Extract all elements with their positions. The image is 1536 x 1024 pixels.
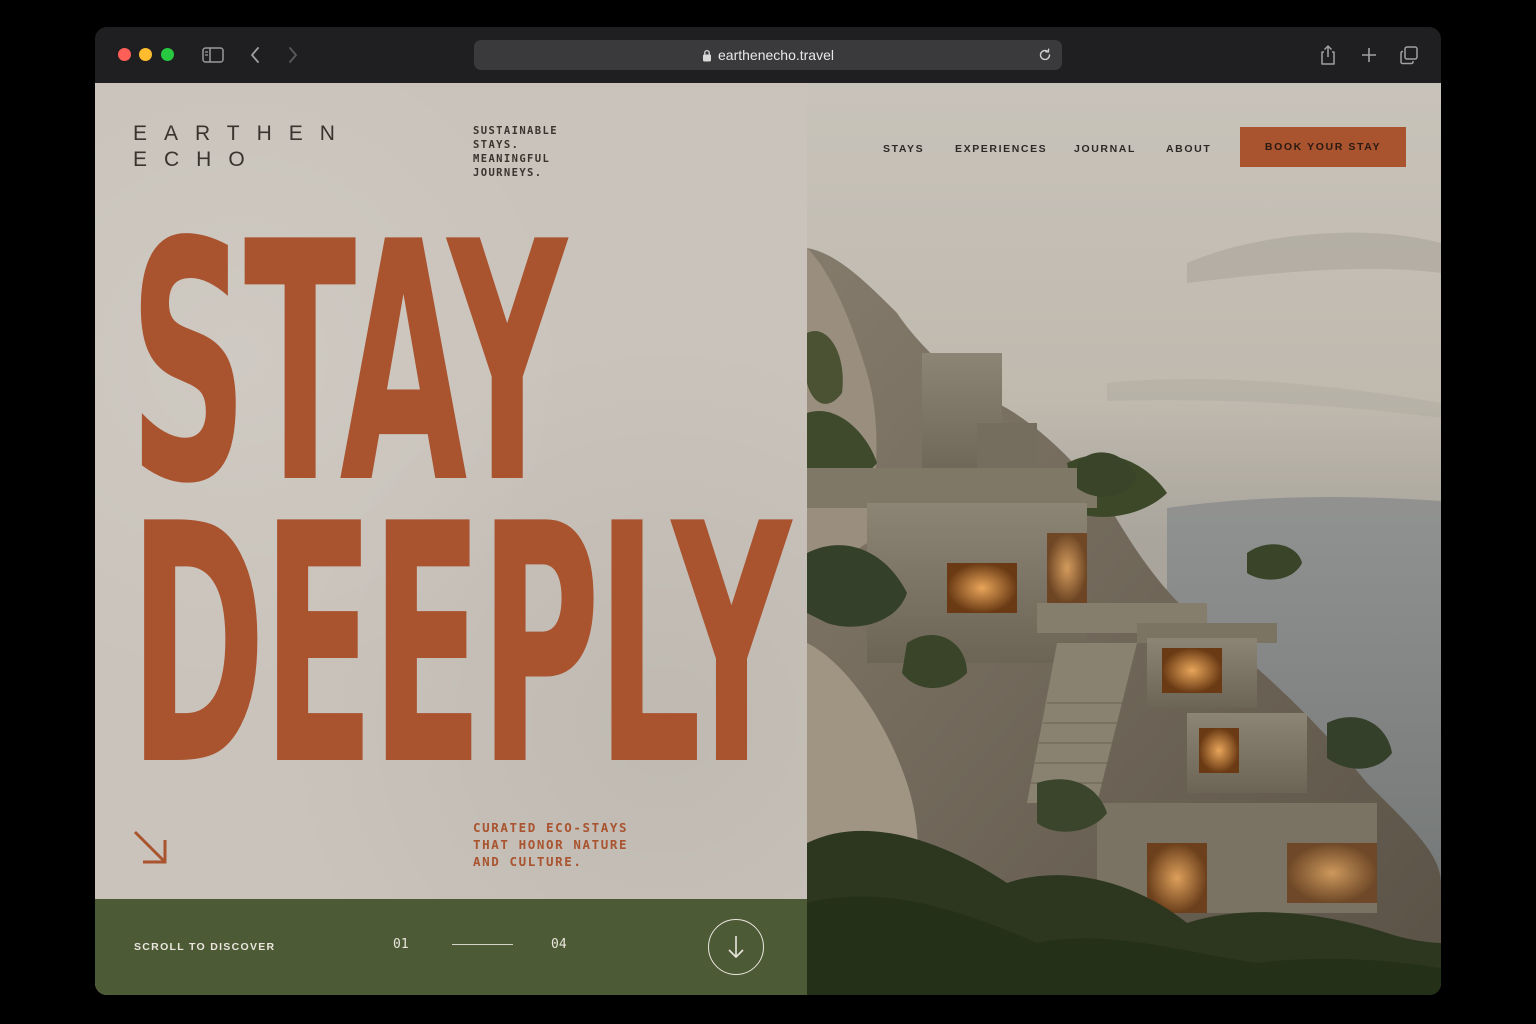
tagline-line-3: MEANINGFUL [473, 153, 551, 165]
nav-stays[interactable]: STAYS [883, 143, 924, 155]
nav-journal[interactable]: JOURNAL [1074, 143, 1136, 155]
arrow-down-icon [728, 936, 744, 958]
hero-headline: STAY DEEPLY [129, 199, 791, 838]
browser-toolbar: earthenecho.travel [95, 27, 1441, 83]
sidebar-icon[interactable] [201, 43, 225, 67]
scroll-down-button[interactable] [708, 919, 764, 975]
chevron-right-icon[interactable] [283, 43, 303, 67]
scroll-footer: SCROLL TO DISCOVER 01 04 [95, 899, 807, 995]
slide-total-number: 04 [551, 937, 567, 952]
book-your-stay-button[interactable]: BOOK YOUR STAY [1240, 127, 1406, 167]
subheading-line-1: CURATED ECO-STAYS [473, 820, 629, 835]
scroll-to-discover-label: SCROLL TO DISCOVER [134, 941, 276, 953]
browser-window: earthenecho.travel EARTHEN ECHO SUSTAINA… [95, 27, 1441, 995]
brand-line-1: EARTHEN [133, 122, 352, 145]
tabs-overview-icon[interactable] [1397, 43, 1421, 67]
headline-line-2: DEEPLY [129, 454, 791, 838]
address-bar[interactable]: earthenecho.travel [474, 40, 1062, 70]
slide-progress-divider [452, 944, 513, 945]
brand-line-2: ECHO [133, 148, 262, 171]
url-text: earthenecho.travel [718, 47, 834, 63]
slide-current-number: 01 [393, 937, 409, 952]
web-page: EARTHEN ECHO SUSTAINABLE STAYS. MEANINGF… [95, 83, 1441, 995]
nav-about[interactable]: ABOUT [1166, 143, 1211, 155]
chevron-left-icon[interactable] [245, 43, 265, 67]
share-icon[interactable] [1316, 43, 1340, 67]
reload-icon[interactable] [1036, 46, 1054, 64]
subheading-line-3: AND CULTURE. [473, 854, 583, 869]
close-window-button[interactable] [118, 48, 131, 61]
plus-icon[interactable] [1357, 43, 1381, 67]
tagline-line-2: STAYS. [473, 139, 520, 151]
zoom-window-button[interactable] [161, 48, 174, 61]
minimize-window-button[interactable] [139, 48, 152, 61]
lock-icon [702, 49, 712, 62]
hero-text-panel: EARTHEN ECHO SUSTAINABLE STAYS. MEANINGF… [95, 83, 807, 995]
subheading-line-2: THAT HONOR NATURE [473, 837, 629, 852]
arrow-down-right-icon [132, 829, 170, 867]
cliffside-eco-resort-image [807, 83, 1441, 995]
hero-subheading: CURATED ECO-STAYS THAT HONOR NATURE AND … [473, 819, 628, 870]
hero-image-panel: STAYS EXPERIENCES JOURNAL ABOUT BOOK YOU… [807, 83, 1441, 995]
nav-experiences[interactable]: EXPERIENCES [955, 143, 1047, 155]
tagline-line-1: SUSTAINABLE [473, 125, 558, 137]
brand-logo[interactable]: EARTHEN ECHO [133, 121, 352, 173]
